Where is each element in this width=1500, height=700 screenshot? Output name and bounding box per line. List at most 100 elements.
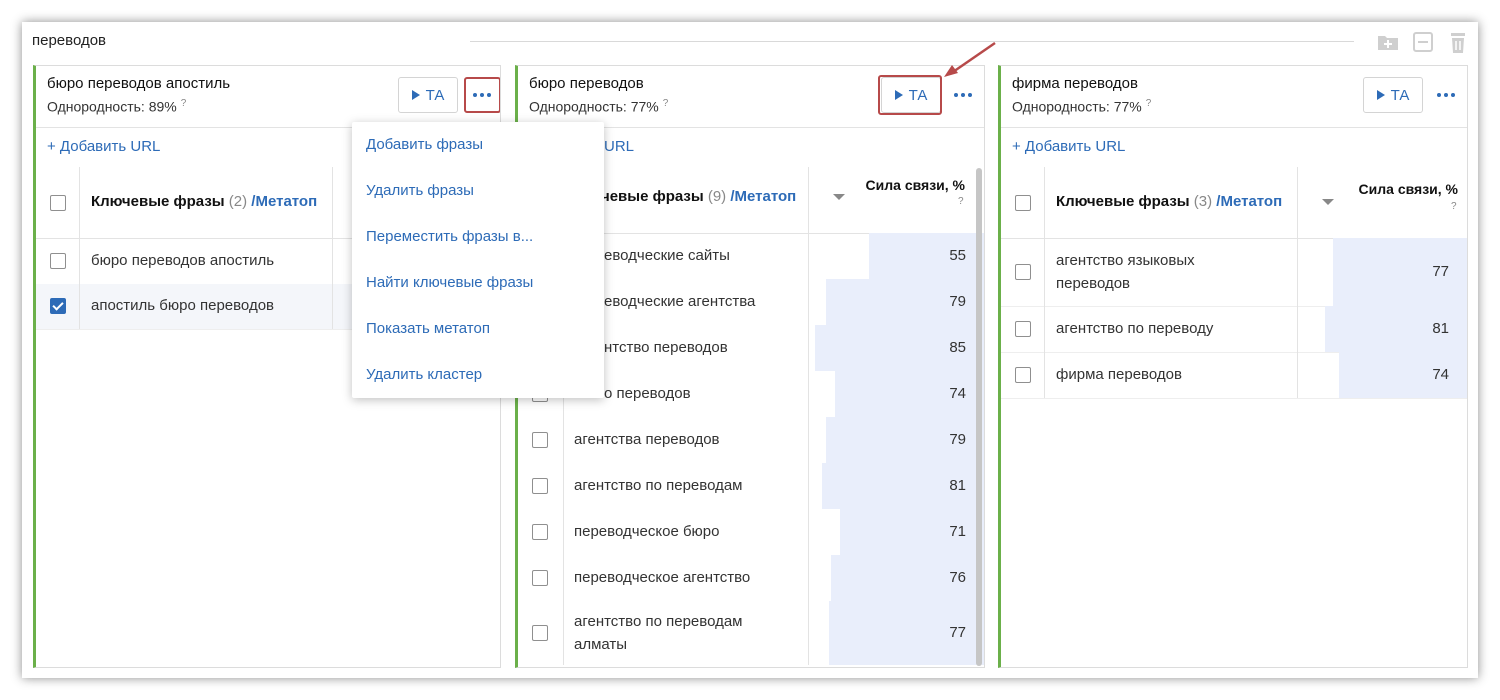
phrase-text: апостиль бюро переводов <box>91 297 275 314</box>
phrase-text: еводческие сайты <box>604 247 730 264</box>
strength-value: 76 <box>949 569 966 586</box>
add-folder-icon[interactable] <box>1376 31 1400 53</box>
column-divider <box>808 417 809 463</box>
phrase-text: агентства переводов <box>574 431 720 448</box>
scrollbar[interactable] <box>976 168 982 666</box>
menu-item-delete-phrases[interactable]: Удалить фразы <box>366 182 474 199</box>
table-row: фирма переводов 74 <box>1001 352 1467 399</box>
more-options-button[interactable] <box>1433 84 1459 106</box>
column-divider <box>1044 352 1045 398</box>
column-divider <box>808 509 809 555</box>
cluster-card: фирма переводов Однородность: 77%? ТА + … <box>998 65 1468 668</box>
strength-value: 74 <box>1432 366 1449 383</box>
column-divider <box>808 279 809 325</box>
select-all-checkbox[interactable] <box>50 195 66 211</box>
menu-item-delete-cluster[interactable]: Удалить кластер <box>366 366 482 383</box>
column-divider <box>808 167 809 233</box>
column-divider <box>808 233 809 279</box>
phrase-text: агентство языковых переводов <box>1056 252 1195 292</box>
column-divider <box>79 167 80 238</box>
ta-button[interactable]: ТА <box>398 77 458 113</box>
column-divider <box>1297 352 1298 398</box>
row-checkbox[interactable] <box>1015 321 1031 337</box>
sort-icon[interactable] <box>833 194 845 200</box>
menu-item-move-phrases[interactable]: Переместить фразы в... <box>366 228 533 245</box>
add-url-link[interactable]: + Добавить URL <box>1001 127 1467 168</box>
strength-value: 81 <box>1432 320 1449 337</box>
row-checkbox[interactable] <box>1015 367 1031 383</box>
cluster-header: бюро переводов Однородность: 77%? ТА <box>518 66 984 128</box>
hint-icon[interactable]: ? <box>1146 98 1152 109</box>
annotation-arrow-icon <box>944 41 996 77</box>
hint-icon[interactable]: ? <box>663 98 669 109</box>
row-checkbox[interactable] <box>50 298 66 314</box>
collapse-icon[interactable] <box>1411 31 1435 53</box>
menu-item-find-keyphrases[interactable]: Найти ключевые фразы <box>366 274 533 291</box>
column-divider <box>563 417 564 463</box>
sort-icon[interactable] <box>1322 199 1334 205</box>
hint-icon[interactable]: ? <box>958 196 964 207</box>
menu-item-show-metatop[interactable]: Показать метатоп <box>366 320 490 337</box>
column-divider <box>332 167 333 238</box>
keyphrases-header[interactable]: Ключевые фразы (3) /Метатоп <box>1056 193 1282 210</box>
strength-header[interactable]: Сила связи, % <box>858 177 965 193</box>
ta-button[interactable]: ТА <box>1363 77 1423 113</box>
strength-value: 79 <box>949 293 966 310</box>
trash-icon[interactable] <box>1446 31 1470 53</box>
homogeneity-label: Однородность: 77%? <box>1012 98 1152 115</box>
table-row: агентство по переводу 81 <box>1001 306 1467 353</box>
row-checkbox[interactable] <box>532 478 548 494</box>
column-divider <box>1044 167 1045 238</box>
homogeneity-label: Однородность: 77%? <box>529 98 669 115</box>
column-divider <box>808 601 809 665</box>
row-checkbox[interactable] <box>50 253 66 269</box>
strength-header[interactable]: Сила связи, % <box>1341 181 1458 197</box>
strength-value: 71 <box>949 523 966 540</box>
table-row: агентство по переводам алматы 77 <box>518 601 984 665</box>
row-checkbox[interactable] <box>532 570 548 586</box>
ta-button-highlight <box>878 75 942 115</box>
menu-item-add-phrases[interactable]: Добавить фразы <box>366 136 483 153</box>
column-divider <box>808 371 809 417</box>
row-checkbox[interactable] <box>1015 264 1031 280</box>
cluster-name: бюро переводов <box>529 75 644 92</box>
phrase-text: еводческие агентства <box>604 293 756 310</box>
keyphrases-header[interactable]: чевые фразы (9) /Метатоп <box>601 188 796 205</box>
table-header: Ключевые фразы (3) /Метатоп Сила связи, … <box>1001 167 1467 239</box>
row-checkbox[interactable] <box>532 432 548 448</box>
column-divider <box>808 463 809 509</box>
hint-icon[interactable]: ? <box>181 98 187 109</box>
more-options-button[interactable] <box>950 84 976 106</box>
strength-value: 77 <box>1432 263 1449 280</box>
cluster-name: бюро переводов апостиль <box>47 75 231 92</box>
row-checkbox[interactable] <box>532 524 548 540</box>
column-divider <box>563 463 564 509</box>
cluster-name: фирма переводов <box>1012 75 1138 92</box>
strength-value: 74 <box>949 385 966 402</box>
cluster-header: фирма переводов Однородность: 77%? ТА <box>1001 66 1467 128</box>
column-divider <box>332 284 333 329</box>
column-divider <box>1044 238 1045 306</box>
phrase-text: бюро переводов апостиль <box>91 252 275 269</box>
keyphrases-header[interactable]: Ключевые фразы (2) /Метатоп <box>91 193 317 210</box>
cluster-context-menu: Добавить фразы Удалить фразы Переместить… <box>352 122 604 398</box>
row-checkbox[interactable] <box>532 625 548 641</box>
table-row: переводческое бюро 71 <box>518 509 984 555</box>
homogeneity-label: Однородность: 89%? <box>47 98 187 115</box>
hint-icon[interactable]: ? <box>1451 201 1457 212</box>
phrase-text: агентство по переводам <box>574 477 743 494</box>
cluster-header: бюро переводов апостиль Однородность: 89… <box>36 66 500 128</box>
strength-value: 81 <box>949 477 966 494</box>
strength-value: 77 <box>949 624 966 641</box>
table-row: переводческое агентство 76 <box>518 555 984 601</box>
strength-value: 55 <box>949 247 966 264</box>
play-icon <box>411 90 420 100</box>
column-divider <box>79 284 80 329</box>
phrase-text: агентство по переводу <box>1056 320 1214 337</box>
select-all-checkbox[interactable] <box>1015 195 1031 211</box>
group-title: переводов <box>32 32 107 49</box>
table-row: агентство языковых переводов 77 <box>1001 238 1467 307</box>
play-icon <box>1376 90 1385 100</box>
column-divider <box>808 555 809 601</box>
phrase-text: о переводов <box>604 385 691 402</box>
